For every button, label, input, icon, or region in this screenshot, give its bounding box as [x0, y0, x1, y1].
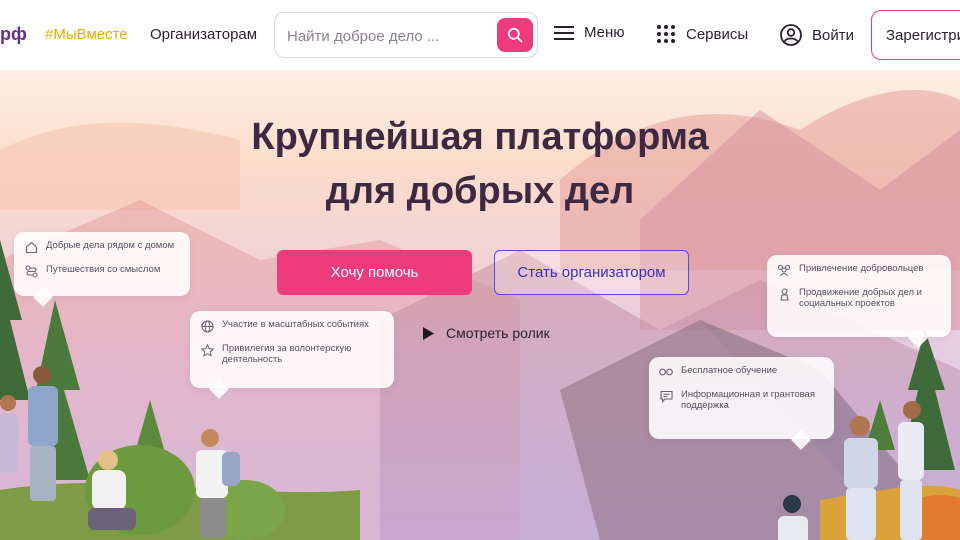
search-box: [274, 12, 538, 58]
top-header: рф #МыВместе Организаторам Меню Сервисы: [0, 0, 960, 70]
card-item-text: Участие в масштабных событиях: [222, 319, 369, 330]
hashtag-link[interactable]: #МыВместе: [45, 26, 128, 43]
grid-dots-icon: [657, 25, 675, 43]
services-button[interactable]: Сервисы: [656, 24, 748, 44]
user-circle-icon: [780, 24, 802, 46]
services-label: Сервисы: [686, 25, 749, 43]
card-item-text: Путешествия со смыслом: [46, 264, 161, 275]
card-item: Участие в масштабных событиях: [200, 319, 384, 333]
chat-icon: [659, 389, 673, 403]
search-button[interactable]: [497, 18, 533, 52]
megaphone-icon: [777, 287, 791, 301]
hero-title: Крупнейшая платформа для добрых дел: [0, 110, 960, 218]
search-icon: [507, 27, 523, 43]
route-icon: [24, 264, 38, 278]
hero-title-line2: для добрых дел: [325, 170, 635, 212]
star-icon: [200, 343, 214, 357]
home-icon: [24, 240, 38, 254]
card-item: Бесплатное обучение: [659, 365, 824, 379]
menu-label: Меню: [584, 24, 625, 41]
watch-video-link[interactable]: Смотреть ролик: [423, 325, 550, 341]
card-item: Добрые дела рядом с домом: [24, 240, 180, 254]
card-item: Привлечение добровольцев: [777, 263, 941, 277]
organizers-link[interactable]: Организаторам: [150, 26, 257, 43]
play-icon: [423, 326, 434, 340]
card-item-text: Привлечение добровольцев: [799, 263, 924, 274]
card-item-text: Привилегия за волонтерскую деятельность: [222, 343, 352, 365]
globe-icon: [200, 319, 214, 333]
watch-video-label: Смотреть ролик: [446, 325, 550, 341]
card-item-text: Бесплатное обучение: [681, 365, 778, 376]
want-to-help-button[interactable]: Хочу помочь: [277, 250, 472, 295]
login-label: Войти: [812, 26, 854, 44]
card-item: Путешествия со смыслом: [24, 264, 180, 278]
hero-title-line1: Крупнейшая платформа: [251, 116, 709, 158]
menu-button[interactable]: Меню: [554, 24, 625, 41]
feature-card-volunteer-perks-1: Добрые дела рядом с домом Путешествия со…: [14, 232, 190, 296]
feature-card-organizer-perks-1: Привлечение добровольцев Продвижение доб…: [767, 255, 951, 337]
become-organizer-button[interactable]: Стать организатором: [494, 250, 689, 295]
card-item: Информационная и грантовая поддержка: [659, 389, 824, 411]
glasses-icon: [659, 365, 673, 379]
register-button[interactable]: Зарегистрироваться: [871, 10, 960, 60]
people-icon: [777, 263, 791, 277]
card-item-text: Информационная и грантовая поддержка: [681, 389, 815, 411]
hero-section: Крупнейшая платформа для добрых дел Хочу…: [0, 70, 960, 540]
card-item-text: Добрые дела рядом с домом: [46, 240, 175, 251]
feature-card-volunteer-perks-2: Участие в масштабных событиях Привилегия…: [190, 311, 394, 388]
card-item-text: Продвижение добрых дел и социальных прое…: [799, 287, 922, 309]
site-logo[interactable]: рф: [0, 24, 27, 45]
feature-card-organizer-perks-2: Бесплатное обучение Информационная и гра…: [649, 357, 834, 439]
card-item: Продвижение добрых дел и социальных прое…: [777, 287, 941, 309]
hamburger-icon: [554, 25, 574, 40]
search-input[interactable]: [287, 26, 487, 46]
login-button[interactable]: Войти: [780, 24, 854, 46]
card-item: Привилегия за волонтерскую деятельность: [200, 343, 384, 365]
